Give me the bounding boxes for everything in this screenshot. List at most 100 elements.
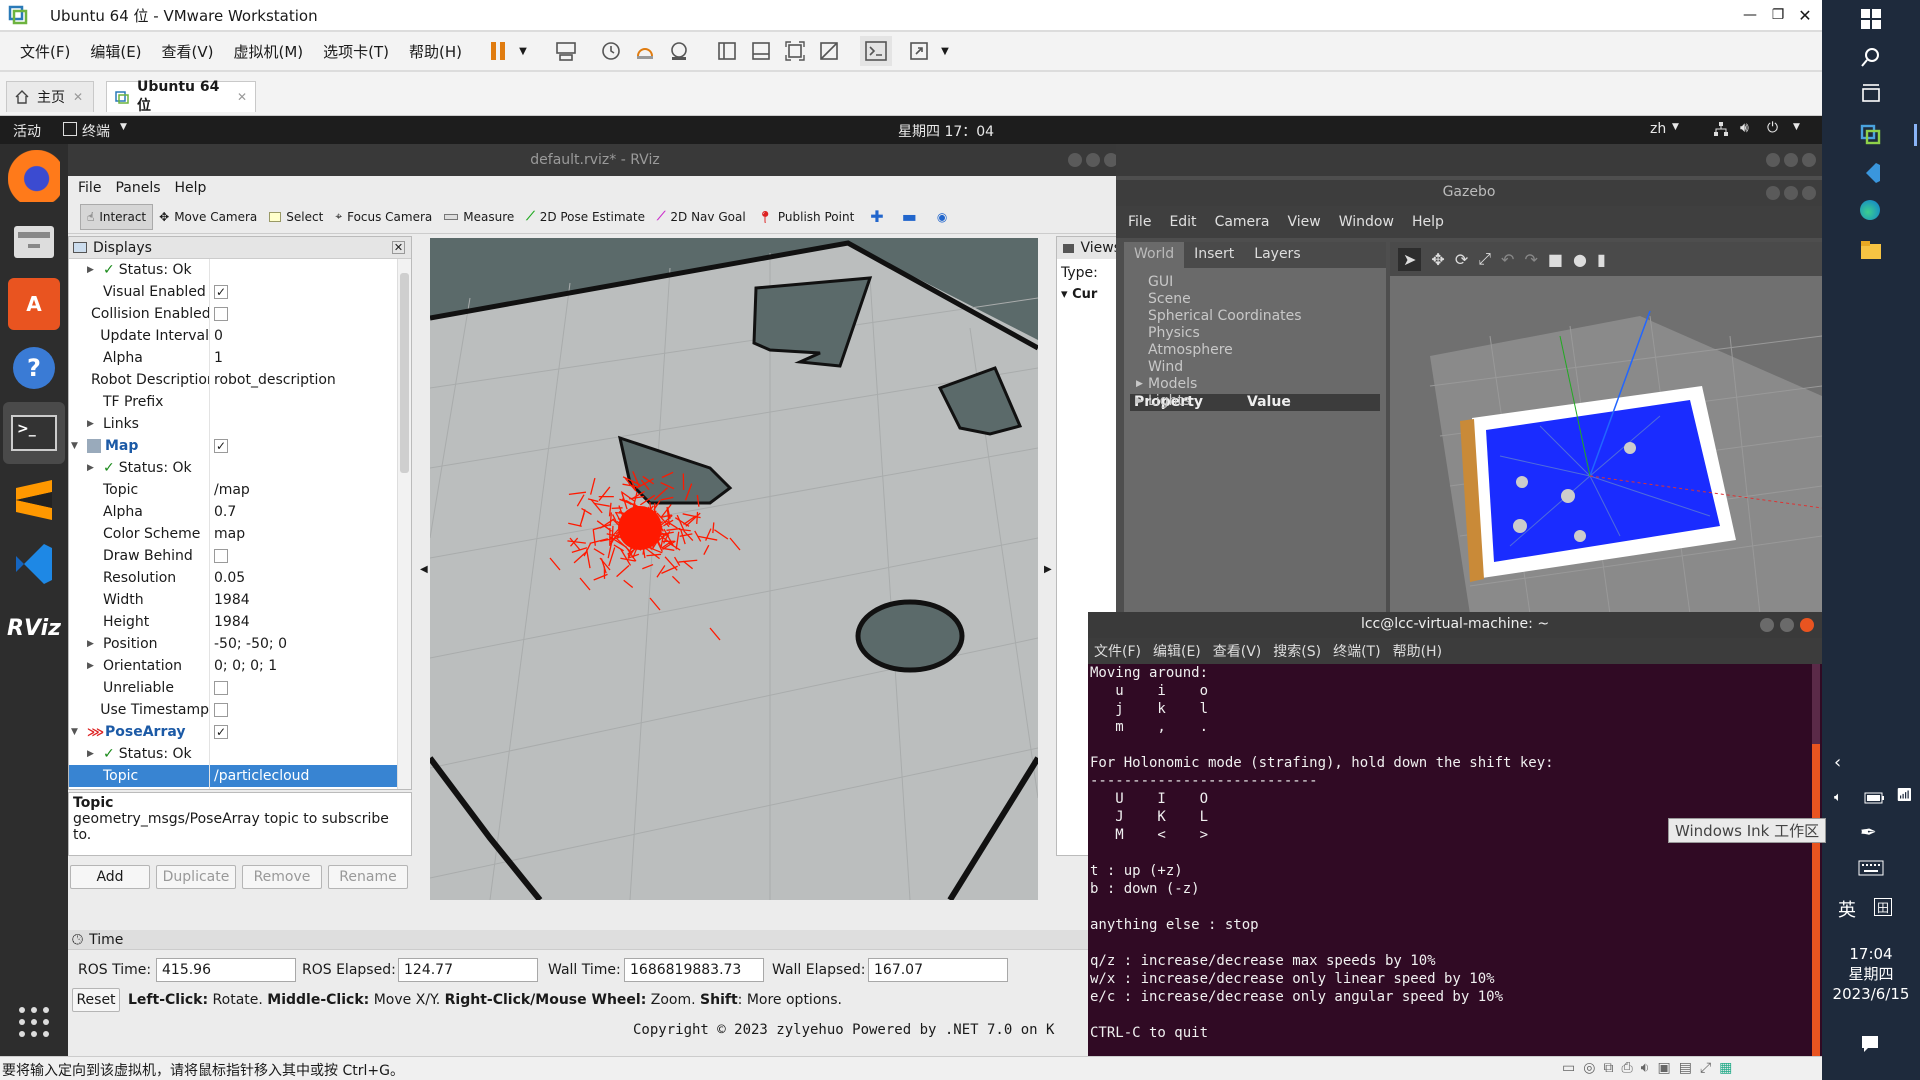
chevron-right-icon[interactable]: ▶ — [87, 463, 99, 473]
display-icon[interactable]: ▤ — [1679, 1060, 1692, 1076]
close-icon[interactable]: ✕ — [392, 241, 405, 254]
sound-icon[interactable]: 🔉︎ — [1641, 1060, 1650, 1076]
vscode-icon[interactable] — [8, 538, 60, 590]
menu-window[interactable]: Window — [1339, 214, 1394, 230]
chevron-right-icon[interactable]: ▶ — [87, 661, 99, 671]
checkbox[interactable]: ✓ — [214, 439, 228, 453]
minimize-button[interactable] — [1760, 618, 1774, 632]
checkbox[interactable] — [214, 681, 228, 695]
interact-tool[interactable]: ☝ Interact — [80, 203, 154, 230]
maximize-button[interactable] — [1784, 153, 1798, 167]
wall-time-field[interactable]: 1686819883.73 — [624, 958, 764, 982]
network-adapter-icon[interactable]: ⧉ — [1603, 1060, 1613, 1076]
menu-view[interactable]: 查看(V) — [154, 41, 222, 62]
chevron-right-icon[interactable]: ▶ — [87, 749, 99, 759]
menu-view[interactable]: View — [1288, 214, 1321, 230]
property-row[interactable]: Draw Behind — [69, 545, 397, 567]
property-row[interactable]: Topic/particlecloud — [69, 765, 397, 787]
clock[interactable]: 星期四 17：04 — [898, 121, 994, 141]
volume-icon[interactable]: 🔈︎ — [1834, 790, 1842, 805]
chevron-down-icon[interactable]: ▼ — [71, 727, 83, 737]
property-row[interactable]: Alpha 1 — [69, 347, 397, 369]
select-mode-icon[interactable]: ➤ — [1398, 247, 1422, 271]
property-row[interactable]: Visual Enabled ✓ — [69, 281, 397, 303]
thumbnail-bar-icon[interactable] — [746, 41, 776, 61]
property-row[interactable]: Height 1984 — [69, 611, 397, 633]
property-row[interactable]: ▼ ⋙ PoseArray ✓ — [69, 721, 397, 743]
help-icon[interactable]: ? — [8, 342, 60, 394]
tool-options-icon[interactable]: ◉ — [937, 210, 947, 224]
world-tree-item[interactable]: GUI — [1148, 274, 1386, 291]
chevron-down-icon[interactable]: ▼ — [938, 46, 952, 57]
menu-file[interactable]: File — [78, 180, 101, 196]
snapshot-manager-icon[interactable] — [664, 40, 694, 62]
maximize-button[interactable] — [1086, 153, 1100, 167]
property-row[interactable]: Alpha 0.7 — [69, 501, 397, 523]
chevron-right-icon[interactable]: ▶ — [87, 639, 99, 649]
world-tree-item[interactable]: ▶ Models — [1136, 376, 1386, 393]
tab-layers[interactable]: Layers — [1244, 242, 1310, 268]
menu-edit[interactable]: 编辑(E) — [1153, 641, 1201, 661]
menu-help[interactable]: Help — [175, 180, 207, 196]
checkbox[interactable]: ✓ — [214, 725, 228, 739]
chevron-left-icon[interactable]: ‹ — [1834, 752, 1841, 773]
property-row[interactable]: Unreliable — [69, 677, 397, 699]
chevron-right-icon[interactable]: ▶ — [87, 419, 99, 429]
sublime-icon[interactable] — [8, 474, 60, 526]
world-tree-item[interactable]: Wind — [1148, 359, 1386, 376]
gazebo-scene[interactable] — [1390, 276, 1822, 614]
tab-world[interactable]: World — [1124, 242, 1185, 268]
world-tree-item[interactable]: Spherical Coordinates — [1148, 308, 1386, 325]
publish-point-tool[interactable]: 📍︎ Publish Point — [752, 204, 861, 230]
checkbox[interactable]: ✓ — [214, 285, 228, 299]
menu-help[interactable]: 帮助(H) — [401, 41, 470, 62]
vscode-task-icon[interactable] — [1860, 162, 1882, 187]
search-icon[interactable] — [1860, 46, 1882, 71]
redo-icon[interactable]: ↷ — [1524, 250, 1537, 269]
property-row[interactable]: Resolution 0.05 — [69, 567, 397, 589]
chevron-down-icon[interactable]: ▼ — [120, 122, 127, 132]
vmware-task-icon[interactable] — [1860, 124, 1882, 149]
task-view-icon[interactable] — [1860, 84, 1882, 109]
cd-icon[interactable]: ◎ — [1583, 1060, 1595, 1076]
property-row[interactable]: Use Timestamp — [69, 699, 397, 721]
chevron-down-icon[interactable]: ▼ — [1672, 122, 1679, 132]
property-row[interactable]: ▶ ✓ Status: Ok — [69, 457, 397, 479]
tab-insert[interactable]: Insert — [1184, 242, 1244, 268]
restore-button[interactable]: ❐ — [1763, 0, 1793, 30]
tab-ubuntu[interactable]: Ubuntu 64 位 ✕ — [106, 79, 256, 114]
select-tool[interactable]: Select — [263, 204, 329, 230]
property-row[interactable]: Robot Description robot_description — [69, 369, 397, 391]
menu-view[interactable]: 查看(V) — [1213, 641, 1262, 661]
world-tree-item[interactable]: Atmosphere — [1148, 342, 1386, 359]
maximize-button[interactable] — [1780, 618, 1794, 632]
ros-elapsed-field[interactable]: 124.77 — [398, 958, 538, 982]
property-row[interactable]: Width 1984 — [69, 589, 397, 611]
menu-file[interactable]: 文件(F) — [1094, 641, 1141, 661]
usb-icon[interactable]: ▣ — [1657, 1060, 1670, 1076]
hdd-icon[interactable]: ▭ — [1562, 1060, 1575, 1076]
terminal-icon[interactable]: >_ — [3, 402, 65, 464]
minimize-button[interactable] — [1766, 153, 1780, 167]
sidebar-icon[interactable] — [712, 41, 742, 61]
close-button[interactable]: ✕ — [1790, 0, 1820, 30]
property-scrollbar[interactable] — [397, 259, 411, 789]
menu-help[interactable]: 帮助(H) — [1393, 641, 1442, 661]
ime-language[interactable]: 英 — [1838, 896, 1856, 922]
checkbox[interactable] — [214, 307, 228, 321]
close-button[interactable] — [1802, 186, 1816, 200]
menu-terminal[interactable]: 终端(T) — [1333, 641, 1380, 661]
menu-search[interactable]: 搜索(S) — [1273, 641, 1321, 661]
property-row[interactable]: Update Interval 0 — [69, 325, 397, 347]
maximize-button[interactable] — [1784, 186, 1798, 200]
close-icon[interactable]: ✕ — [73, 90, 83, 104]
property-row[interactable]: TF Prefix — [69, 391, 397, 413]
render-panel[interactable] — [430, 238, 1038, 900]
add-button[interactable]: Add — [70, 865, 150, 889]
close-button[interactable] — [1802, 153, 1816, 167]
unity-icon[interactable] — [814, 41, 844, 61]
close-button[interactable] — [1800, 618, 1814, 632]
scrollbar-thumb[interactable] — [1812, 744, 1820, 1056]
notification-icon[interactable] — [1860, 1034, 1880, 1057]
menu-file[interactable]: File — [1128, 214, 1151, 230]
